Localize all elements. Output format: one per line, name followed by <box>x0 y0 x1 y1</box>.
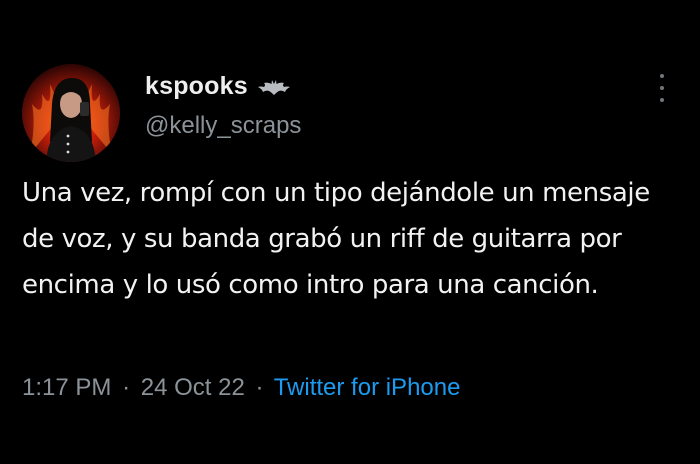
author-name-row: kspooks <box>145 72 290 101</box>
tweet-source-link[interactable]: Twitter for iPhone <box>274 374 461 401</box>
bat-icon <box>257 78 290 96</box>
tweet-date[interactable]: 24 Oct 22 <box>141 374 245 401</box>
meta-separator: · <box>122 374 131 401</box>
user-handle[interactable]: @kelly_scraps <box>145 112 301 140</box>
tweet-time[interactable]: 1:17 PM <box>22 374 111 401</box>
tweet-meta: 1:17 PM · 24 Oct 22 · Twitter for iPhone <box>22 374 460 402</box>
display-name[interactable]: kspooks <box>145 72 248 101</box>
meta-separator: · <box>255 374 264 401</box>
tweet-text: Una vez, rompí con un tipo dejándole un … <box>22 178 650 300</box>
more-options-icon[interactable] <box>652 74 672 102</box>
avatar[interactable] <box>22 64 120 162</box>
tweet-card: kspooks @kelly_scraps Una vez, rompí con… <box>0 0 700 464</box>
